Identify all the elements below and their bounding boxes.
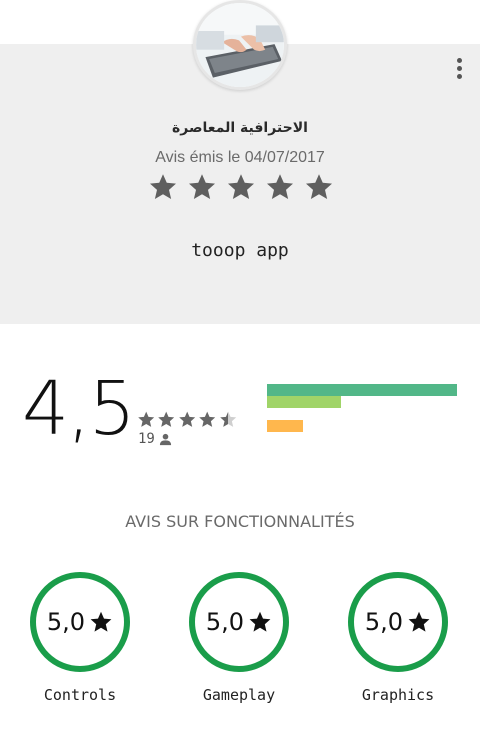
star-icon bbox=[90, 611, 112, 632]
star-icon bbox=[219, 411, 236, 427]
star-icon bbox=[150, 174, 176, 199]
more-options-button[interactable] bbox=[448, 54, 470, 82]
more-vertical-icon-dot bbox=[456, 65, 462, 71]
more-vertical-icon-dot bbox=[456, 57, 462, 63]
distribution-bar bbox=[267, 396, 342, 408]
feature-controls[interactable]: 5,0 Controls bbox=[30, 572, 130, 704]
rating-count: 19 bbox=[138, 431, 155, 447]
feature-label: Graphics bbox=[361, 686, 435, 704]
star-icon bbox=[306, 174, 332, 199]
distribution-bar bbox=[267, 384, 457, 396]
laptop-typing-photo-icon bbox=[196, 3, 284, 87]
review-text: tooop app bbox=[191, 240, 289, 261]
feature-label: Gameplay bbox=[202, 686, 276, 704]
rating-distribution bbox=[267, 384, 457, 444]
feature-score: 5,0 bbox=[205, 608, 245, 636]
star-icon bbox=[408, 611, 430, 632]
star-icon bbox=[138, 411, 155, 427]
feature-score-ring: 5,0 bbox=[30, 572, 130, 672]
more-vertical-icon-dot bbox=[456, 73, 462, 79]
person-icon bbox=[159, 433, 171, 445]
star-icon bbox=[249, 611, 271, 632]
star-icon bbox=[179, 411, 195, 427]
feature-score: 5,0 bbox=[46, 608, 86, 636]
feature-score-ring: 5,0 bbox=[348, 572, 448, 672]
star-icon bbox=[228, 174, 254, 199]
feature-gameplay[interactable]: 5,0 Gameplay bbox=[189, 572, 289, 704]
rating-count-row: 19 bbox=[138, 430, 172, 448]
feature-score: 5,0 bbox=[364, 608, 404, 636]
star-icon bbox=[267, 174, 293, 199]
average-star-rating bbox=[137, 410, 237, 430]
star-icon bbox=[189, 174, 215, 199]
reviewer-name: الاحترافية المعاصرة bbox=[172, 120, 308, 136]
features-section-title: AVIS SUR FONCTIONNALITÉS bbox=[125, 512, 355, 531]
reviewer-avatar[interactable] bbox=[193, 0, 287, 90]
feature-label: Controls bbox=[43, 686, 117, 704]
feature-graphics[interactable]: 5,0 Graphics bbox=[348, 572, 448, 704]
star-icon bbox=[158, 411, 175, 427]
star-icon bbox=[199, 411, 216, 427]
review-star-rating bbox=[148, 172, 334, 206]
review-date: Avis émis le 04/07/2017 bbox=[155, 149, 325, 166]
distribution-bar bbox=[267, 420, 304, 432]
average-rating: 4,5 bbox=[22, 366, 136, 452]
feature-score-ring: 5,0 bbox=[189, 572, 289, 672]
